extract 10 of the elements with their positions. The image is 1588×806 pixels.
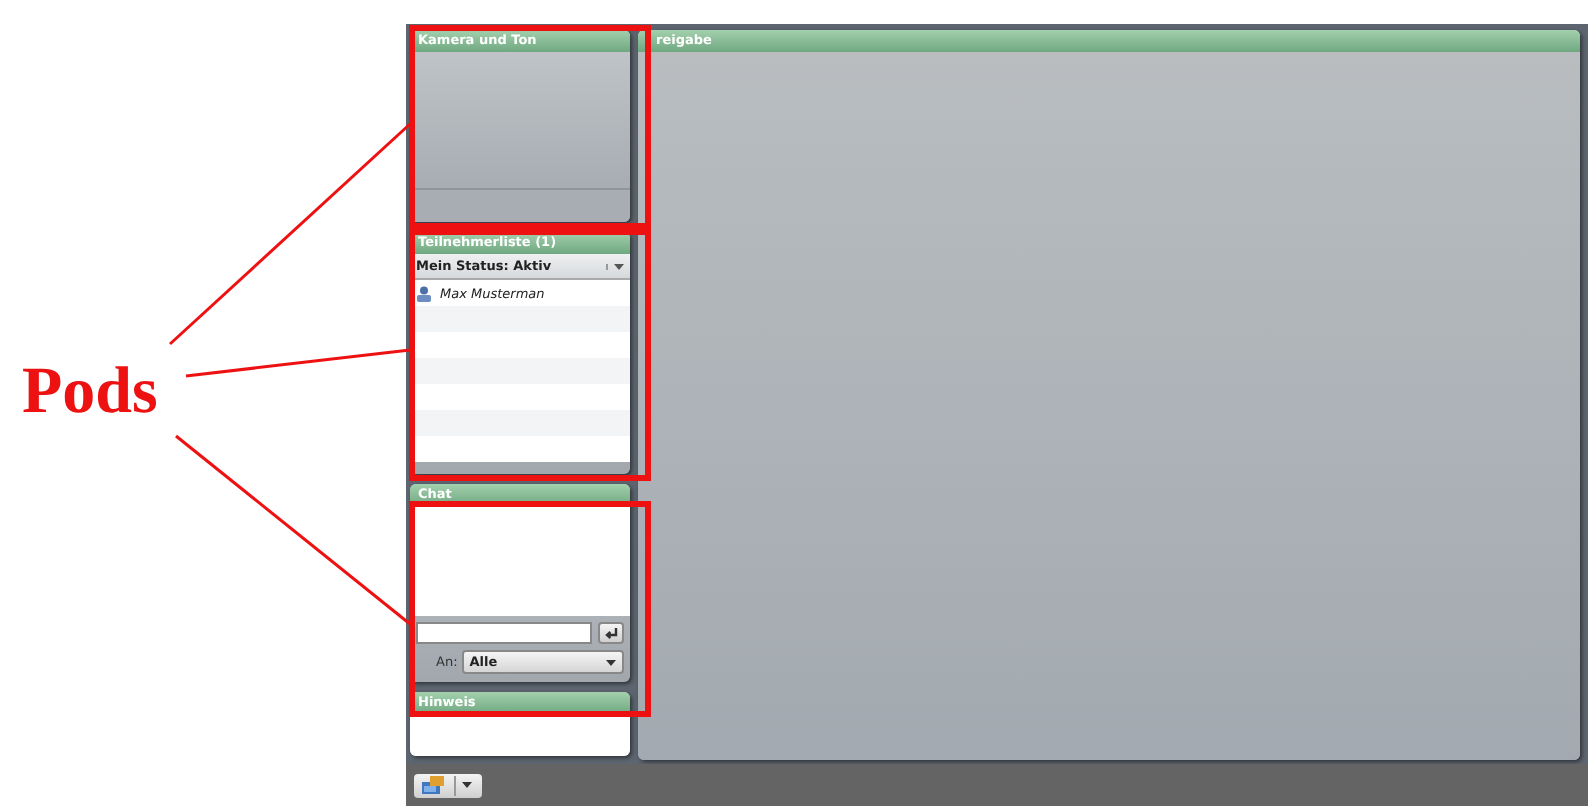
annotation-label: Pods: [22, 360, 158, 426]
user-icon: [416, 285, 432, 301]
caret-icon: [606, 263, 624, 269]
message-field[interactable]: [416, 622, 592, 644]
pods-icon: [420, 774, 448, 796]
caret-icon: [462, 782, 472, 788]
send-button[interactable]: [598, 622, 624, 644]
pod-menu-button[interactable]: [414, 773, 482, 797]
caret-icon: [606, 659, 616, 665]
enter-icon: [604, 627, 618, 639]
